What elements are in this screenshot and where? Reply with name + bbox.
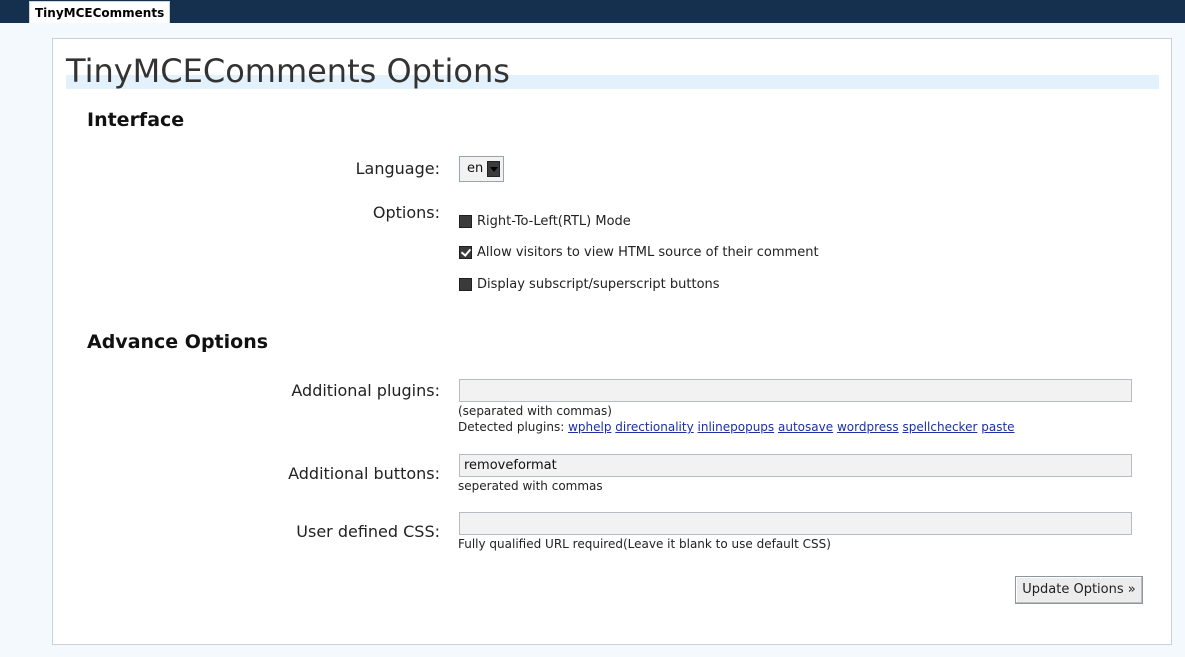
tab-tinymcecomments[interactable]: TinyMCEComments [29,1,171,23]
html-source-label: Allow visitors to view HTML source of th… [477,245,819,260]
detected-plugins: Detected plugins: wphelp directionality … [458,419,1015,435]
additional-buttons-value: removeformat [464,458,557,473]
sub-sup-label: Display subscript/superscript buttons [477,277,720,292]
additional-buttons-input[interactable]: removeformat [459,454,1132,477]
buttons-hint: seperated with commas [458,479,603,493]
interface-heading: Interface [87,109,185,131]
plugin-link-wphelp[interactable]: wphelp [568,420,611,434]
advance-options-heading: Advance Options [87,331,269,353]
language-select[interactable]: en [459,156,504,182]
plugin-link-autosave[interactable]: autosave [778,420,833,434]
additional-buttons-label: Additional buttons: [288,464,440,483]
additional-plugins-label: Additional plugins: [291,381,440,400]
plugin-link-directionality[interactable]: directionality [615,420,693,434]
plugin-link-inlinepopups[interactable]: inlinepopups [698,420,775,434]
detected-plugins-prefix: Detected plugins: [458,420,565,434]
admin-top-bar [0,0,1185,23]
user-css-label: User defined CSS: [296,522,440,541]
page-title: TinyMCEComments Options [66,52,510,90]
plugins-hint: (separated with commas) [458,404,612,418]
user-css-input[interactable] [459,512,1132,535]
plugin-link-paste[interactable]: paste [981,420,1014,434]
language-label: Language: [355,159,440,178]
plugin-link-wordpress[interactable]: wordpress [837,420,899,434]
options-label: Options: [372,203,440,222]
additional-plugins-input[interactable] [459,379,1132,402]
plugin-link-spellchecker[interactable]: spellchecker [902,420,977,434]
sub-sup-checkbox[interactable] [459,278,472,291]
rtl-mode-label: Right-To-Left(RTL) Mode [477,214,631,229]
update-options-button[interactable]: Update Options » [1015,576,1143,604]
language-select-value: en [467,161,484,176]
css-hint: Fully qualified URL required(Leave it bl… [458,537,831,551]
rtl-mode-checkbox[interactable] [459,215,472,228]
chevron-down-icon [487,161,500,177]
html-source-checkbox[interactable] [459,246,472,259]
